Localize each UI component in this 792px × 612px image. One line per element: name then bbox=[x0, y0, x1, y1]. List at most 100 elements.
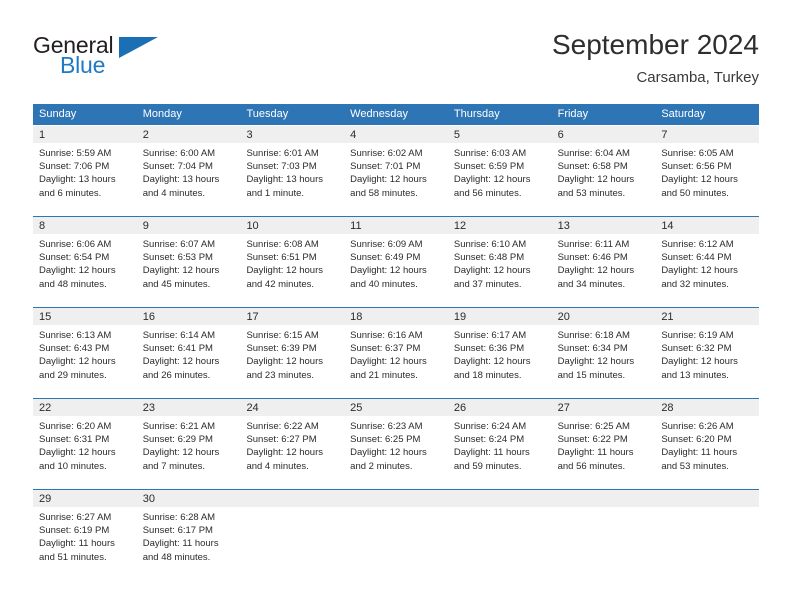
day-cell[interactable]: 25 Sunrise: 6:23 AM Sunset: 6:25 PM Dayligh… bbox=[344, 399, 448, 489]
day-cell[interactable]: 18 Sunrise: 6:16 AM Sunset: 6:37 PM Dayligh… bbox=[344, 308, 448, 398]
day-cell[interactable]: 13 Sunrise: 6:11 AM Sunset: 6:46 PM Dayligh… bbox=[551, 217, 656, 307]
daylight-duration-line2: and 13 minutes. bbox=[661, 369, 729, 381]
day-cell[interactable]: 21 Sunrise: 6:19 AM Sunset: 6:32 PM Dayligh… bbox=[655, 308, 760, 398]
day-number: 2 bbox=[142, 129, 149, 141]
sunrise-time: Sunrise: 6:20 AM bbox=[39, 421, 112, 432]
day-cell[interactable]: 22 Sunrise: 6:20 AM Sunset: 6:31 PM Dayligh… bbox=[33, 399, 137, 489]
sunset-time: Sunset: 6:25 PM bbox=[350, 434, 421, 446]
day-number: 6 bbox=[557, 129, 564, 141]
day-cell[interactable]: 1 Sunrise: 5:59 AM Sunset: 7:06 PM Daylight… bbox=[33, 126, 137, 216]
brand-triangle-icon bbox=[119, 37, 158, 58]
weekday-header-tuesday: Tuesday bbox=[246, 108, 289, 120]
day-cell-empty bbox=[551, 490, 656, 580]
sunrise-time: Sunrise: 6:25 AM bbox=[557, 421, 630, 432]
day-cell[interactable]: 29 Sunrise: 6:27 AM Sunset: 6:19 PM Dayligh… bbox=[33, 490, 137, 580]
day-cell[interactable]: 26 Sunrise: 6:24 AM Sunset: 6:24 PM Dayligh… bbox=[447, 399, 552, 489]
day-details: Sunrise: 6:23 AM Sunset: 6:25 PM Daylight:… bbox=[344, 416, 448, 473]
weekday-header-saturday: Saturday bbox=[661, 108, 706, 120]
day-number-band bbox=[344, 490, 448, 507]
daylight-duration-line2: and 56 minutes. bbox=[557, 460, 626, 472]
sunset-time: Sunset: 6:22 PM bbox=[557, 434, 628, 446]
sunrise-time: Sunrise: 6:03 AM bbox=[453, 148, 527, 159]
weekday-header-monday: Monday bbox=[142, 108, 182, 120]
calendar-week-row: 22 Sunrise: 6:20 AM Sunset: 6:31 PM Dayligh… bbox=[33, 398, 760, 489]
day-cell[interactable]: 4 Sunrise: 6:02 AM Sunset: 7:01 PM Daylight… bbox=[344, 126, 448, 216]
weekday-header-wednesday: Wednesday bbox=[350, 108, 409, 120]
day-number: 27 bbox=[557, 402, 570, 414]
day-details: Sunrise: 6:11 AM Sunset: 6:46 PM Daylight:… bbox=[552, 234, 656, 291]
day-number: 10 bbox=[246, 220, 259, 232]
day-number: 1 bbox=[39, 129, 46, 141]
daylight-duration-line2: and 42 minutes. bbox=[246, 278, 315, 290]
day-cell[interactable]: 15 Sunrise: 6:13 AM Sunset: 6:43 PM Dayligh… bbox=[33, 308, 137, 398]
daylight-duration-line2: and 4 minutes. bbox=[246, 460, 309, 472]
daylight-duration-line2: and 51 minutes. bbox=[39, 551, 107, 563]
title-block: September 2024 Carsamba, Turkey bbox=[552, 28, 759, 88]
weekday-header-row: Sunday Monday Tuesday Wednesday Thursday Frid… bbox=[33, 104, 759, 125]
sunrise-time: Sunrise: 6:05 AM bbox=[661, 148, 734, 159]
sunrise-time: Sunrise: 6:17 AM bbox=[453, 330, 527, 341]
daylight-duration-line2: and 6 minutes. bbox=[39, 187, 102, 199]
day-number: 23 bbox=[142, 402, 155, 414]
brand-logo[interactable]: General Blue bbox=[33, 32, 253, 88]
day-cell[interactable]: 17 Sunrise: 6:15 AM Sunset: 6:39 PM Dayligh… bbox=[240, 308, 345, 398]
day-cell[interactable]: 12 Sunrise: 6:10 AM Sunset: 6:48 PM Dayligh… bbox=[447, 217, 552, 307]
week-cells: 29 Sunrise: 6:27 AM Sunset: 6:19 PM Dayligh… bbox=[33, 490, 760, 580]
daylight-duration-line2: and 26 minutes. bbox=[142, 369, 211, 381]
day-cell[interactable]: 3 Sunrise: 6:01 AM Sunset: 7:03 PM Daylight… bbox=[240, 126, 345, 216]
day-number: 11 bbox=[350, 220, 362, 232]
brand-name-blue: Blue bbox=[60, 52, 106, 78]
day-cell[interactable]: 10 Sunrise: 6:08 AM Sunset: 6:51 PM Dayligh… bbox=[240, 217, 345, 307]
daylight-duration-line1: Daylight: 12 hours bbox=[557, 356, 635, 368]
day-number: 15 bbox=[39, 311, 52, 323]
day-cell[interactable]: 16 Sunrise: 6:14 AM Sunset: 6:41 PM Dayligh… bbox=[136, 308, 241, 398]
sunset-time: Sunset: 6:27 PM bbox=[246, 434, 317, 446]
day-details: Sunrise: 6:01 AM Sunset: 7:03 PM Daylight:… bbox=[240, 143, 344, 200]
calendar-week-row: 8 Sunrise: 6:06 AM Sunset: 6:54 PM Daylight… bbox=[33, 216, 760, 307]
day-details: Sunrise: 6:06 AM Sunset: 6:54 PM Daylight:… bbox=[33, 234, 137, 291]
day-cell[interactable]: 19 Sunrise: 6:17 AM Sunset: 6:36 PM Dayligh… bbox=[447, 308, 552, 398]
daylight-duration-line2: and 7 minutes. bbox=[142, 460, 206, 472]
daylight-duration-line1: Daylight: 12 hours bbox=[453, 265, 531, 277]
day-cell[interactable]: 6 Sunrise: 6:04 AM Sunset: 6:58 PM Daylight… bbox=[551, 126, 656, 216]
daylight-duration-line1: Daylight: 12 hours bbox=[350, 174, 427, 186]
sunrise-time: Sunrise: 6:09 AM bbox=[350, 239, 423, 250]
day-details: Sunrise: 6:28 AM Sunset: 6:17 PM Daylight:… bbox=[137, 507, 241, 564]
day-cell[interactable]: 9 Sunrise: 6:07 AM Sunset: 6:53 PM Daylight… bbox=[136, 217, 241, 307]
day-cell[interactable]: 27 Sunrise: 6:25 AM Sunset: 6:22 PM Dayligh… bbox=[551, 399, 656, 489]
daylight-duration-line2: and 40 minutes. bbox=[350, 278, 418, 290]
daylight-duration-line2: and 59 minutes. bbox=[453, 460, 522, 472]
daylight-duration-line1: Daylight: 12 hours bbox=[39, 265, 116, 277]
day-cell[interactable]: 23 Sunrise: 6:21 AM Sunset: 6:29 PM Dayligh… bbox=[136, 399, 241, 489]
day-details: Sunrise: 6:05 AM Sunset: 6:56 PM Daylight:… bbox=[655, 143, 759, 200]
day-cell-empty bbox=[344, 490, 448, 580]
day-cell[interactable]: 30 Sunrise: 6:28 AM Sunset: 6:17 PM Dayligh… bbox=[136, 490, 241, 580]
sunrise-time: Sunrise: 6:04 AM bbox=[557, 148, 630, 159]
sunset-time: Sunset: 6:29 PM bbox=[142, 434, 213, 446]
day-number: 3 bbox=[246, 129, 253, 141]
day-number-band bbox=[240, 126, 345, 143]
sunrise-time: Sunrise: 6:10 AM bbox=[453, 239, 527, 250]
day-cell[interactable]: 2 Sunrise: 6:00 AM Sunset: 7:04 PM Daylight… bbox=[136, 126, 241, 216]
sunset-time: Sunset: 6:32 PM bbox=[661, 343, 732, 355]
day-cell[interactable]: 20 Sunrise: 6:18 AM Sunset: 6:34 PM Dayligh… bbox=[551, 308, 656, 398]
day-details: Sunrise: 6:10 AM Sunset: 6:48 PM Daylight:… bbox=[448, 234, 552, 291]
day-cell[interactable]: 7 Sunrise: 6:05 AM Sunset: 6:56 PM Daylight… bbox=[655, 126, 760, 216]
day-details bbox=[240, 507, 344, 511]
day-number-band bbox=[447, 126, 552, 143]
day-details: Sunrise: 6:04 AM Sunset: 6:58 PM Daylight:… bbox=[552, 143, 656, 200]
day-cell[interactable]: 28 Sunrise: 6:26 AM Sunset: 6:20 PM Dayligh… bbox=[655, 399, 760, 489]
day-cell[interactable]: 11 Sunrise: 6:09 AM Sunset: 6:49 PM Dayligh… bbox=[344, 217, 448, 307]
day-number: 17 bbox=[246, 311, 259, 323]
day-cell-empty bbox=[447, 490, 552, 580]
sunset-time: Sunset: 7:04 PM bbox=[142, 161, 213, 173]
sunrise-time: Sunrise: 6:15 AM bbox=[246, 330, 319, 341]
day-cell[interactable]: 8 Sunrise: 6:06 AM Sunset: 6:54 PM Daylight… bbox=[33, 217, 137, 307]
day-details: Sunrise: 6:08 AM Sunset: 6:51 PM Daylight:… bbox=[240, 234, 344, 291]
day-number: 30 bbox=[142, 493, 155, 505]
daylight-duration-line1: Daylight: 12 hours bbox=[350, 265, 427, 277]
day-cell[interactable]: 5 Sunrise: 6:03 AM Sunset: 6:59 PM Daylight… bbox=[447, 126, 552, 216]
day-details: Sunrise: 6:18 AM Sunset: 6:34 PM Daylight:… bbox=[552, 325, 656, 382]
day-cell[interactable]: 14 Sunrise: 6:12 AM Sunset: 6:44 PM Dayligh… bbox=[655, 217, 760, 307]
day-cell[interactable]: 24 Sunrise: 6:22 AM Sunset: 6:27 PM Dayligh… bbox=[240, 399, 345, 489]
